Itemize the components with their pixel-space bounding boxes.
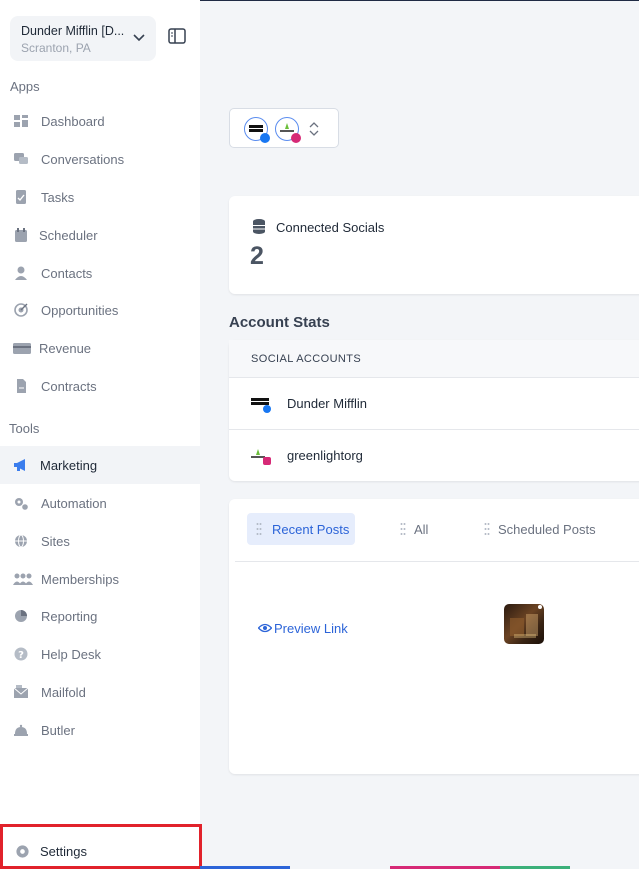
- sort-chevrons-icon: [309, 122, 319, 136]
- sidebar-item-label: Settings: [40, 844, 87, 859]
- sidebar-item-sites[interactable]: Sites: [0, 522, 200, 560]
- account-name: Dunder Mifflin: [287, 396, 367, 411]
- document-icon: [17, 379, 26, 393]
- sidebar: Dunder Mifflin [D... Scranton, PA Apps D…: [0, 0, 202, 869]
- tab-label: Scheduled Posts: [498, 522, 596, 537]
- drag-handle-icon: [400, 523, 406, 535]
- account-stats-table: SOCIAL ACCOUNTS Dunder Mifflin greenligh…: [229, 340, 639, 481]
- connected-socials-title: Connected Socials: [276, 220, 385, 235]
- tab-label: Recent Posts: [272, 522, 350, 537]
- person-icon: [15, 266, 27, 280]
- bell-icon: [14, 724, 28, 736]
- org-name: Dunder Mifflin [D...: [21, 24, 125, 38]
- section-tools: Tools: [9, 421, 40, 436]
- dashboard-icon: [14, 115, 28, 127]
- table-header: SOCIAL ACCOUNTS: [229, 340, 639, 378]
- sidebar-item-label: Sites: [41, 534, 70, 549]
- connected-socials-card: Connected Socials 2: [229, 196, 639, 294]
- svg-text:?: ?: [18, 650, 24, 661]
- sidebar-item-conversations[interactable]: Conversations: [0, 140, 200, 178]
- sidebar-item-butler[interactable]: Butler: [0, 711, 200, 749]
- sidebar-item-label: Dashboard: [41, 114, 105, 129]
- sidebar-item-settings[interactable]: Settings: [0, 824, 202, 869]
- sidebar-item-label: Reporting: [41, 609, 98, 624]
- sidebar-item-label: Marketing: [40, 458, 98, 473]
- pie-chart-icon: [15, 610, 27, 622]
- sidebar-item-label: Opportunities: [41, 303, 119, 318]
- tasks-icon: [16, 190, 26, 204]
- org-switcher[interactable]: Dunder Mifflin [D... Scranton, PA: [10, 16, 156, 61]
- sidebar-item-opportunities[interactable]: Opportunities: [0, 291, 200, 329]
- tab-recent-posts[interactable]: Recent Posts: [247, 513, 355, 545]
- tab-all[interactable]: All: [391, 513, 441, 545]
- post-thumbnail[interactable]: [504, 604, 544, 644]
- connected-socials-count: 2: [250, 242, 264, 270]
- credit-card-icon: [13, 343, 31, 354]
- gear-icon: [16, 845, 29, 858]
- instagram-account-avatar: [275, 117, 301, 143]
- tab-label: All: [414, 522, 429, 537]
- mail-icon: [13, 685, 29, 698]
- calendar-icon: [15, 228, 27, 242]
- drag-handle-icon: [256, 523, 262, 535]
- instagram-icon: [291, 133, 301, 143]
- sidebar-item-reporting[interactable]: Reporting: [0, 597, 200, 635]
- sidebar-item-label: Mailfold: [41, 685, 86, 700]
- facebook-icon: [260, 133, 270, 143]
- sidebar-item-marketing[interactable]: Marketing: [0, 446, 200, 484]
- social-account-picker[interactable]: [229, 108, 339, 148]
- org-location: Scranton, PA: [21, 41, 91, 55]
- divider: [235, 561, 639, 562]
- sidebar-item-scheduler[interactable]: Scheduler: [0, 216, 200, 254]
- sidebar-item-label: Help Desk: [41, 647, 101, 662]
- sidebar-item-label: Contacts: [41, 266, 93, 281]
- sidebar-toggle-icon[interactable]: [168, 28, 186, 44]
- members-icon: [13, 573, 33, 585]
- sidebar-item-help-desk[interactable]: ? Help Desk: [0, 635, 200, 673]
- sidebar-item-label: Memberships: [41, 572, 120, 587]
- posts-card: Recent Posts All Scheduled Posts Preview…: [229, 499, 639, 774]
- target-icon: [14, 303, 28, 317]
- sidebar-item-label: Revenue: [39, 341, 92, 356]
- sidebar-item-label: Conversations: [41, 152, 125, 167]
- chevron-down-icon: [133, 34, 145, 42]
- sidebar-item-label: Automation: [41, 496, 107, 511]
- dunder-mifflin-logo-icon: [251, 398, 271, 413]
- sidebar-item-label: Butler: [41, 723, 75, 738]
- eye-icon: [258, 623, 272, 633]
- help-icon: ?: [14, 647, 28, 661]
- database-icon: [253, 219, 265, 234]
- table-row[interactable]: Dunder Mifflin: [229, 378, 639, 430]
- sidebar-item-contracts[interactable]: Contracts: [0, 367, 200, 405]
- tab-scheduled-posts[interactable]: Scheduled Posts: [475, 513, 605, 545]
- table-row[interactable]: greenlightorg: [229, 430, 639, 482]
- account-name: greenlightorg: [287, 448, 363, 463]
- sidebar-item-mailfold[interactable]: Mailfold: [0, 673, 200, 711]
- sidebar-item-automation[interactable]: Automation: [0, 484, 200, 522]
- section-apps: Apps: [10, 79, 40, 94]
- drag-handle-icon: [484, 523, 490, 535]
- chat-icon: [14, 153, 28, 164]
- globe-icon: [15, 534, 27, 548]
- sidebar-item-label: Scheduler: [39, 228, 98, 243]
- sidebar-item-tasks[interactable]: Tasks: [0, 178, 200, 216]
- preview-link[interactable]: Preview Link: [274, 621, 348, 636]
- sidebar-item-label: Tasks: [41, 190, 75, 205]
- greenlight-logo-icon: [251, 449, 271, 465]
- facebook-account-avatar: [244, 117, 270, 143]
- post-image: [510, 605, 542, 638]
- sidebar-item-dashboard[interactable]: Dashboard: [0, 102, 200, 140]
- sidebar-item-contacts[interactable]: Contacts: [0, 254, 200, 292]
- column-header-social-accounts: SOCIAL ACCOUNTS: [251, 353, 362, 365]
- gears-icon: [15, 498, 28, 510]
- account-stats-heading: Account Stats: [229, 314, 330, 331]
- sidebar-item-memberships[interactable]: Memberships: [0, 560, 200, 598]
- sidebar-item-revenue[interactable]: Revenue: [0, 329, 200, 367]
- sidebar-item-label: Contracts: [41, 379, 97, 394]
- megaphone-icon: [14, 459, 25, 471]
